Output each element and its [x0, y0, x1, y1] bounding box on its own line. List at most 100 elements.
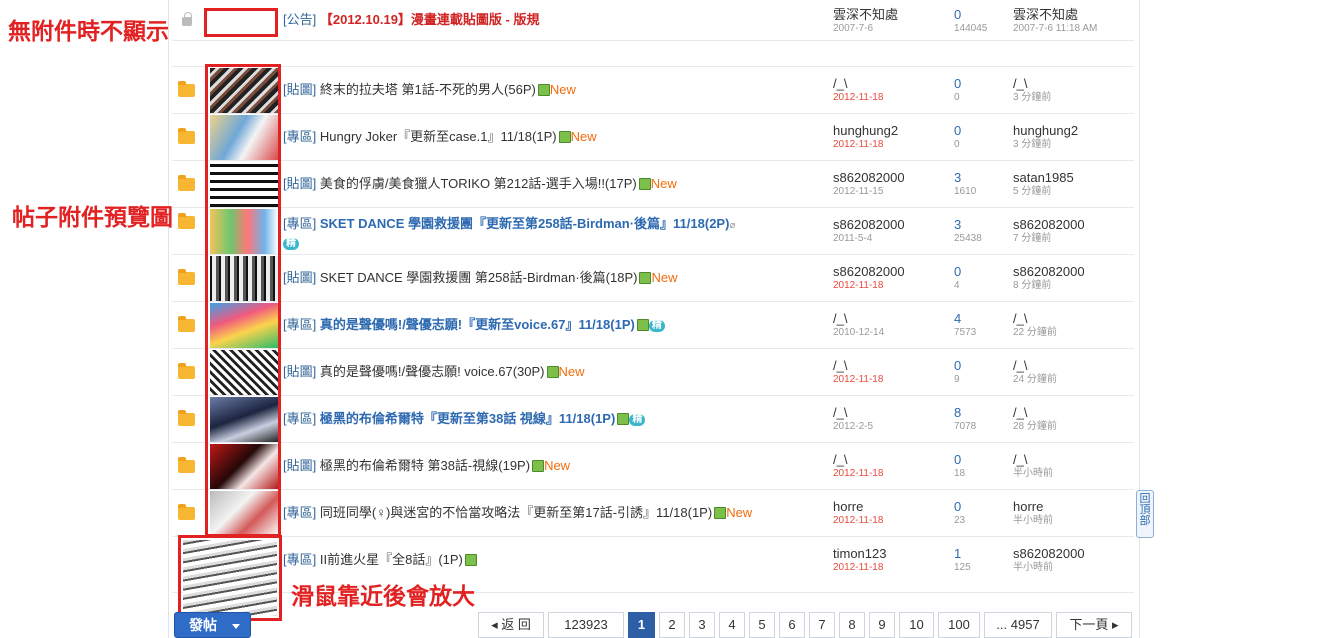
thread-title[interactable]: 終末的拉夫塔 第1話-不死的男人(56P)	[320, 82, 536, 97]
table-row[interactable]: [貼圖] 真的是聲優嗎!/聲優志願! voice.67(30P) New /_\ …	[172, 349, 1134, 396]
last-poster[interactable]: 雲深不知處	[1013, 8, 1131, 22]
reply-count[interactable]: 1	[954, 547, 1010, 561]
thread-author[interactable]: /_\	[833, 359, 951, 373]
reply-count[interactable]: 0	[954, 359, 1010, 373]
page-8[interactable]: 8	[839, 612, 865, 638]
last-poster[interactable]: /_\	[1013, 312, 1131, 326]
pager-back-button[interactable]: ◂ 返 回	[478, 612, 544, 638]
last-poster[interactable]: horre	[1013, 500, 1131, 514]
page-100[interactable]: 100	[938, 612, 980, 638]
thread-title[interactable]: 真的是聲優嗎!/聲優志願!『更新至voice.67』11/18(1P)	[320, 317, 635, 332]
thread-title[interactable]: Hungry Joker『更新至case.1』11/18(1P)	[320, 129, 557, 144]
last-post-time[interactable]: 半小時前	[1013, 561, 1131, 575]
page-9[interactable]: 9	[869, 612, 895, 638]
last-poster[interactable]: s862082000	[1013, 547, 1131, 561]
reply-count[interactable]: 3	[954, 171, 1010, 185]
thread-category[interactable]: [專區]	[283, 216, 316, 231]
thread-author[interactable]: s862082000	[833, 265, 951, 279]
last-poster[interactable]: s862082000	[1013, 265, 1131, 279]
last-post-time[interactable]: 8 分鐘前	[1013, 279, 1131, 293]
thread-category[interactable]: [貼圖]	[283, 458, 316, 473]
back-to-top-button[interactable]: 回頂部	[1136, 490, 1154, 538]
last-post-time[interactable]: 半小時前	[1013, 467, 1131, 481]
last-post-time[interactable]: 半小時前	[1013, 514, 1131, 528]
table-row[interactable]: [專區] 極黑的布倫希爾特『更新至第38話 視線』11/18(1P) 精 /_\ …	[172, 396, 1134, 443]
reply-count[interactable]: 0	[954, 77, 1010, 91]
thread-author[interactable]: /_\	[833, 406, 951, 420]
chevron-down-icon[interactable]	[232, 624, 240, 629]
last-poster[interactable]: s862082000	[1013, 218, 1131, 232]
table-row[interactable]: [專區] 同班同學(♀)與迷宮的不恰當攻略法『更新至第17話-引誘』11/18(…	[172, 490, 1134, 537]
last-post-time[interactable]: 3 分鐘前	[1013, 91, 1131, 105]
last-post-time[interactable]: 7 分鐘前	[1013, 232, 1131, 246]
reply-count[interactable]: 0	[954, 453, 1010, 467]
table-row[interactable]: [專區] 真的是聲優嗎!/聲優志願!『更新至voice.67』11/18(1P)…	[172, 302, 1134, 349]
folder-icon[interactable]	[178, 213, 195, 229]
folder-icon[interactable]	[178, 410, 195, 426]
thread-category[interactable]: [專區]	[283, 552, 316, 567]
table-row[interactable]: [貼圖] 極黑的布倫希爾特 第38話-視線(19P) New /_\ 2012-1…	[172, 443, 1134, 490]
thread-title[interactable]: 同班同學(♀)與迷宮的不恰當攻略法『更新至第17話-引誘』11/18(1P)	[320, 505, 712, 520]
thread-title[interactable]: 極黑的布倫希爾特『更新至第38話 視線』11/18(1P)	[320, 411, 615, 426]
page-3[interactable]: 3	[689, 612, 715, 638]
thread-author[interactable]: horre	[833, 500, 951, 514]
thread-category[interactable]: [貼圖]	[283, 364, 316, 379]
folder-icon[interactable]	[178, 175, 195, 191]
folder-icon[interactable]	[178, 457, 195, 473]
thread-category[interactable]: [專區]	[283, 129, 316, 144]
last-poster[interactable]: hunghung2	[1013, 124, 1131, 138]
last-post-time[interactable]: 24 分鐘前	[1013, 373, 1131, 387]
last-poster[interactable]: satan1985	[1013, 171, 1131, 185]
thread-author[interactable]: /_\	[833, 453, 951, 467]
thread-category[interactable]: [專區]	[283, 411, 316, 426]
thread-author[interactable]: 雲深不知處	[833, 8, 951, 22]
table-row[interactable]: [專區] Hungry Joker『更新至case.1』11/18(1P) New…	[172, 114, 1134, 161]
thread-title[interactable]: SKET DANCE 學園救援團『更新至第258話-Birdman·後篇』11/…	[320, 216, 730, 231]
table-row[interactable]: [專區] SKET DANCE 學園救援團『更新至第258話-Birdman·後…	[172, 208, 1134, 255]
page-5[interactable]: 5	[749, 612, 775, 638]
thread-author[interactable]: timon123	[833, 547, 951, 561]
thread-category[interactable]: [貼圖]	[283, 82, 316, 97]
thread-author[interactable]: /_\	[833, 312, 951, 326]
folder-icon[interactable]	[178, 316, 195, 332]
thread-title[interactable]: 美食的俘虜/美食獵人TORIKO 第212話-選手入場!!(17P)	[320, 176, 637, 191]
thread-author[interactable]: /_\	[833, 77, 951, 91]
folder-icon[interactable]	[178, 363, 195, 379]
thread-category[interactable]: [專區]	[283, 317, 316, 332]
reply-count[interactable]: 0	[954, 265, 1010, 279]
last-post-time[interactable]: 5 分鐘前	[1013, 185, 1131, 199]
reply-count[interactable]: 4	[954, 312, 1010, 326]
reply-count[interactable]: 0	[954, 124, 1010, 138]
page-6[interactable]: 6	[779, 612, 805, 638]
page-7[interactable]: 7	[809, 612, 835, 638]
thread-author[interactable]: s862082000	[833, 218, 951, 232]
thread-title[interactable]: II前進火星『全8話』(1P)	[320, 552, 463, 567]
page-4[interactable]: 4	[719, 612, 745, 638]
folder-icon[interactable]	[178, 269, 195, 285]
thread-category[interactable]: [貼圖]	[283, 270, 316, 285]
last-poster[interactable]: /_\	[1013, 359, 1131, 373]
last-post-time[interactable]: 3 分鐘前	[1013, 138, 1131, 152]
page-10[interactable]: 10	[899, 612, 934, 638]
thread-title[interactable]: SKET DANCE 學園救援團 第258話-Birdman·後篇(18P)	[320, 270, 638, 285]
last-poster[interactable]: /_\	[1013, 77, 1131, 91]
reply-count[interactable]: 8	[954, 406, 1010, 420]
thread-category[interactable]: [貼圖]	[283, 176, 316, 191]
reply-count[interactable]: 0	[954, 500, 1010, 514]
thread-author[interactable]: hunghung2	[833, 124, 951, 138]
page-last[interactable]: ... 4957	[984, 612, 1052, 638]
folder-icon[interactable]	[178, 128, 195, 144]
table-row[interactable]: [公告] 【2012.10.19】漫畫連載貼圖版 - 版規 雲深不知處 2007…	[172, 0, 1134, 41]
last-poster[interactable]: /_\	[1013, 406, 1131, 420]
table-row[interactable]: [貼圖] SKET DANCE 學園救援團 第258話-Birdman·後篇(1…	[172, 255, 1134, 302]
last-post-time[interactable]: 22 分鐘前	[1013, 326, 1131, 340]
table-row[interactable]: [貼圖] 美食的俘虜/美食獵人TORIKO 第212話-選手入場!!(17P) N…	[172, 161, 1134, 208]
reply-count[interactable]: 0	[954, 8, 1010, 22]
thread-title[interactable]: 真的是聲優嗎!/聲優志願! voice.67(30P)	[320, 364, 545, 379]
thread-title[interactable]: 極黑的布倫希爾特 第38話-視線(19P)	[320, 458, 530, 473]
thread-title[interactable]: 【2012.10.19】漫畫連載貼圖版 - 版規	[320, 12, 540, 27]
page-1[interactable]: 1	[628, 612, 655, 638]
folder-icon[interactable]	[178, 81, 195, 97]
folder-icon[interactable]	[178, 504, 195, 520]
thread-category[interactable]: [專區]	[283, 505, 316, 520]
